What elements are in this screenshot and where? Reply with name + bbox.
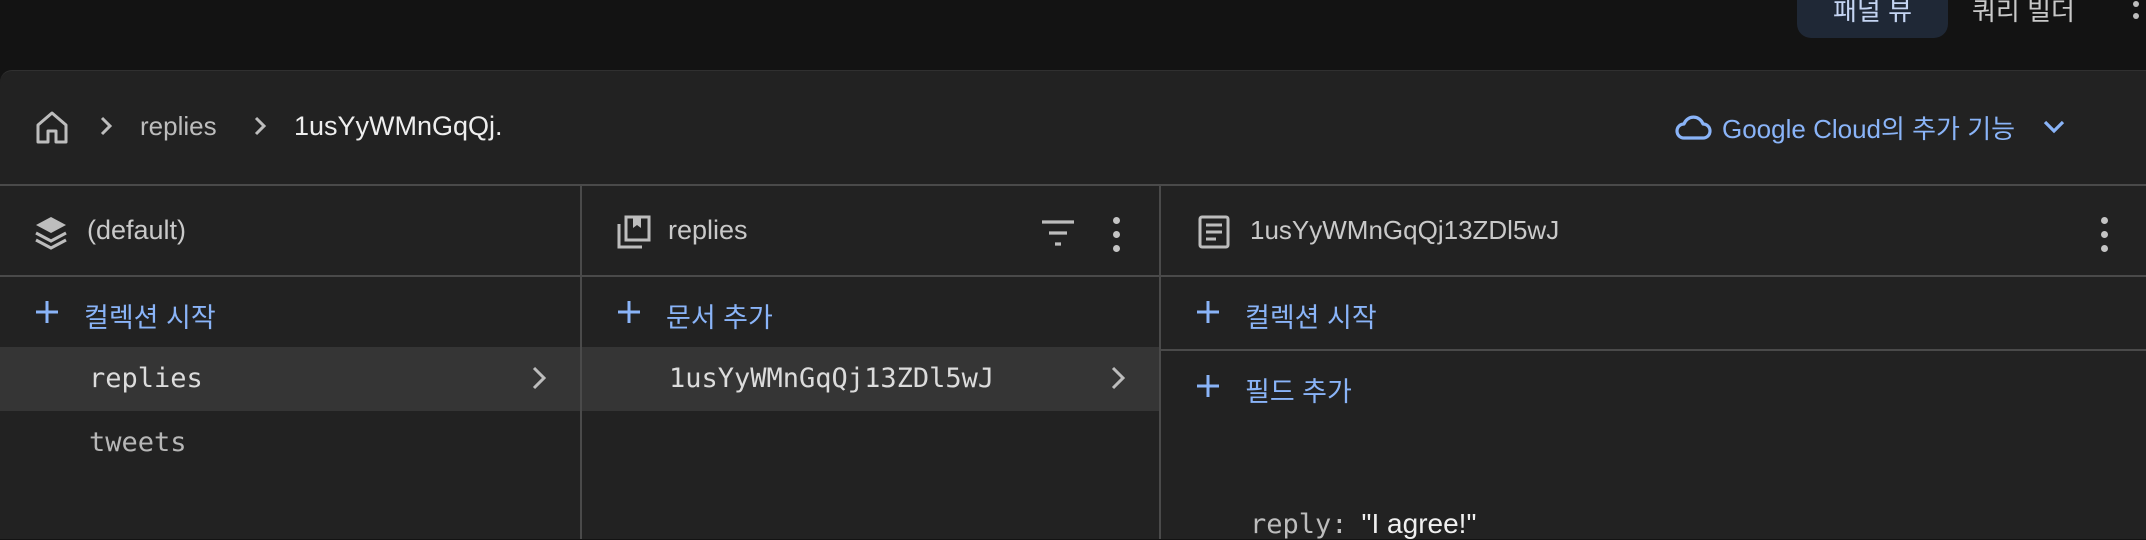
collection-title: replies xyxy=(668,215,748,245)
chevron-right-icon xyxy=(254,116,267,136)
database-title: (default) xyxy=(87,215,187,245)
plus-icon xyxy=(36,301,58,323)
start-collection-label: 컬렉션 시작 xyxy=(1245,303,1377,333)
chevron-right-icon xyxy=(532,366,547,390)
add-field-button[interactable]: 필드 추가 xyxy=(1161,351,2146,421)
start-collection-button[interactable]: 컬렉션 시작 xyxy=(1161,277,2146,347)
chevron-down-icon xyxy=(2043,120,2065,134)
chevron-right-icon xyxy=(1111,366,1126,390)
tab-panel-view[interactable]: 패널 뷰 xyxy=(1797,0,1948,38)
google-cloud-menu[interactable]: Google Cloud의 추가 기능 xyxy=(1674,107,2069,147)
collection-name: replies xyxy=(89,363,203,394)
plus-icon xyxy=(618,301,640,323)
collection-item-tweets[interactable]: tweets xyxy=(0,411,580,475)
firestore-data-panel: replies 1usYyWMnGqQj. Google Cloud의 추가 기… xyxy=(0,70,2146,540)
field-value: "I agree!" xyxy=(1361,508,1477,539)
document-header: 1usYyWMnGqQj13ZDl5wJ xyxy=(1161,186,2146,277)
document-icon xyxy=(1198,215,1230,249)
google-cloud-menu-label: Google Cloud의 추가 기능 xyxy=(1722,113,2016,144)
collection-name: tweets xyxy=(89,427,187,458)
database-header: (default) xyxy=(0,186,580,277)
document-id: 1usYyWMnGqQj13ZDl5wJ xyxy=(669,363,995,394)
document-column: 1usYyWMnGqQj13ZDl5wJ 컬렉션 시작 필드 추가 reply:… xyxy=(1161,186,2146,540)
add-document-button[interactable]: 문서 추가 xyxy=(582,277,1159,347)
collection-item-replies[interactable]: replies xyxy=(0,347,580,411)
start-collection-label: 컬렉션 시작 xyxy=(84,303,216,333)
document-title: 1usYyWMnGqQj13ZDl5wJ xyxy=(1250,215,1560,245)
home-icon[interactable] xyxy=(32,107,72,147)
plus-icon xyxy=(1197,301,1219,323)
add-field-label: 필드 추가 xyxy=(1245,377,1352,407)
document-item[interactable]: 1usYyWMnGqQj13ZDl5wJ xyxy=(582,347,1159,411)
breadcrumb-item-document[interactable]: 1usYyWMnGqQj. xyxy=(294,111,503,142)
more-vert-icon[interactable] xyxy=(2128,0,2144,26)
cloud-icon xyxy=(1675,115,1712,140)
filter-list-icon[interactable] xyxy=(1040,218,1076,248)
database-column: (default) 컬렉션 시작 replies tweets xyxy=(0,186,582,539)
start-collection-button[interactable]: 컬렉션 시작 xyxy=(0,277,580,347)
collection-column: replies 문서 추가 1usYyWMnGqQj13ZDl5wJ xyxy=(582,186,1161,539)
chevron-right-icon xyxy=(100,116,113,136)
more-vert-icon[interactable] xyxy=(2098,215,2110,252)
plus-icon xyxy=(1197,375,1219,397)
breadcrumb-item-replies[interactable]: replies xyxy=(140,111,217,142)
add-document-label: 문서 추가 xyxy=(666,303,773,333)
database-stack-icon xyxy=(35,217,67,250)
field-key: reply: xyxy=(1250,509,1348,540)
collection-icon xyxy=(617,215,651,249)
top-bar: 패널 뷰 쿼리 빌더 xyxy=(0,0,2146,70)
tab-query-builder[interactable]: 쿼리 빌더 xyxy=(1934,0,2113,38)
field-row[interactable]: reply: "I agree!" xyxy=(1250,508,1476,540)
collection-header: replies xyxy=(582,186,1159,277)
breadcrumb: replies 1usYyWMnGqQj. Google Cloud의 추가 기… xyxy=(0,71,2146,186)
more-vert-icon[interactable] xyxy=(1110,215,1122,252)
